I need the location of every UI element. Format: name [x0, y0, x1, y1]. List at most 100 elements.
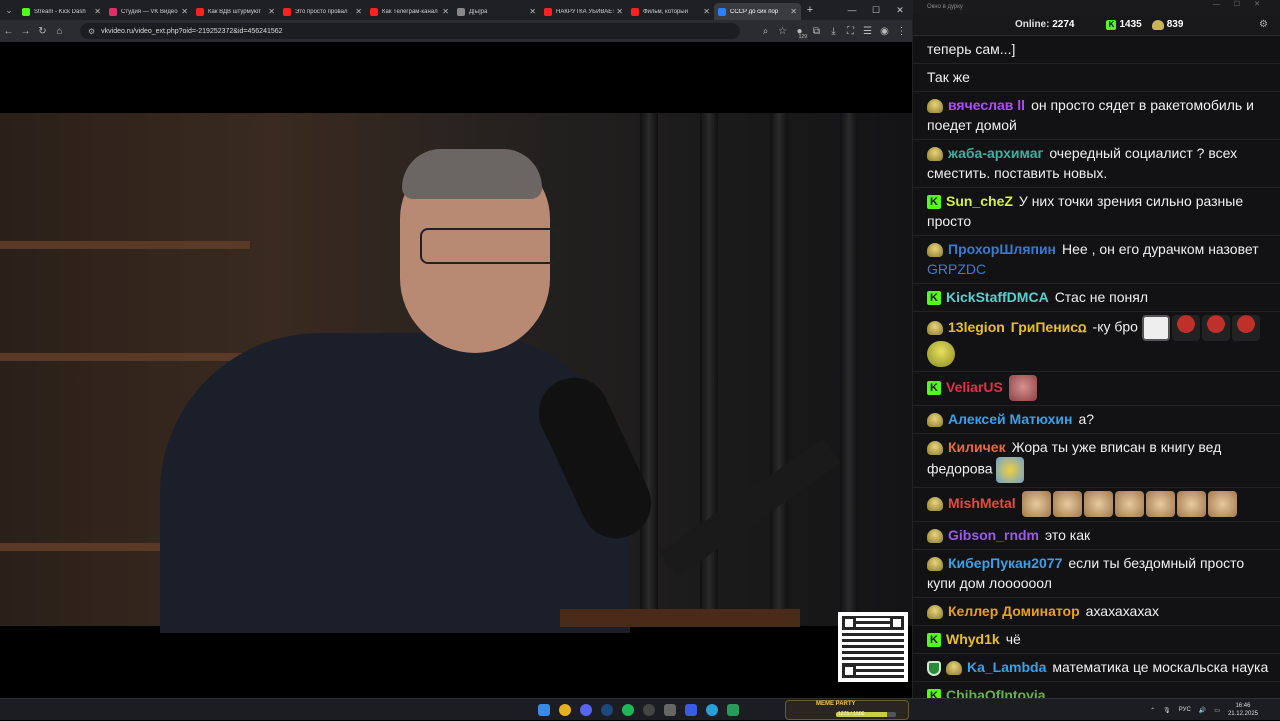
tab-title: Фильм, который — [643, 8, 688, 15]
back-icon[interactable]: ← — [0, 20, 17, 42]
video-frame — [0, 113, 912, 633]
chat-mention[interactable]: ГриПенисꭥ — [1011, 319, 1087, 335]
emote-cat-icon — [1114, 491, 1144, 517]
chat-username[interactable]: ChibaOfIntovia — [946, 687, 1046, 698]
network-icon[interactable]: ▭ — [1214, 707, 1220, 714]
obs-icon[interactable] — [638, 701, 659, 719]
chat-message: Так же — [913, 64, 1280, 92]
extensions-icon[interactable]: ⧉ — [808, 20, 825, 42]
kick-badge-icon: K — [927, 291, 941, 306]
chrome-icon[interactable] — [554, 701, 575, 719]
chat-mention[interactable]: GRPZDC — [927, 261, 986, 277]
screenshot-icon[interactable]: ⛶ — [842, 20, 859, 42]
tab-close-icon[interactable]: ✕ — [268, 7, 275, 16]
chat-window-title: Окно в дурку — [927, 4, 963, 10]
download-icon[interactable]: ⤓ — [825, 20, 842, 42]
chat-username[interactable]: MishMetal — [948, 495, 1016, 511]
tab-close-icon[interactable]: ✕ — [181, 7, 188, 16]
game-widget[interactable]: MEME PARTY 1275 / 1500 — [785, 700, 909, 720]
maximize-icon[interactable]: ☐ — [864, 0, 888, 20]
chat-text: Так же — [927, 69, 970, 85]
tab-close-icon[interactable]: ✕ — [790, 7, 797, 16]
capture-icon[interactable] — [722, 701, 743, 719]
tab[interactable]: Студия — VK Видео ✕ — [105, 3, 192, 20]
qr-pattern — [842, 616, 904, 678]
tab-search-icon[interactable]: ⌄ — [0, 0, 18, 20]
chat-username[interactable]: KickStaffDMCA — [946, 289, 1049, 305]
chat-text: это как — [1045, 527, 1091, 543]
chat-message: K VeliarUS — [913, 372, 1280, 406]
chat-message: ПрохорШляпин Нее , он его дурачком назове… — [913, 236, 1280, 284]
tab[interactable]: Фильм, который ✕ — [627, 3, 714, 20]
chat-username[interactable]: Келлер Доминатор — [948, 603, 1080, 619]
tab-favicon-icon — [457, 7, 465, 16]
extension-icon[interactable]: ● 129 — [791, 20, 808, 42]
site-info-icon[interactable]: ⚙ — [88, 27, 95, 36]
tab-close-icon[interactable]: ✕ — [616, 7, 623, 16]
bookmark-star-icon[interactable]: ☆ — [774, 20, 791, 42]
media-icon[interactable] — [680, 701, 701, 719]
home-icon[interactable]: ⌂ — [51, 20, 68, 42]
minimize-icon[interactable]: — — [840, 0, 864, 20]
tab-title: Это просто провал — [295, 8, 348, 15]
steam-icon[interactable] — [596, 701, 617, 719]
video-player[interactable] — [0, 42, 912, 698]
volume-icon[interactable]: 🔊 — [1199, 707, 1206, 714]
tab-close-icon[interactable]: ✕ — [355, 7, 362, 16]
kick-logo-icon: K — [1106, 19, 1117, 30]
chat-window-controls[interactable]: —☐✕ — [1213, 0, 1274, 8]
address-bar[interactable]: ⚙ vkvideo.ru/video_ext.php?oid=-21925237… — [80, 23, 740, 39]
app-icon[interactable] — [659, 701, 680, 719]
chat-username[interactable]: VeliarUS — [946, 379, 1003, 395]
chat-username[interactable]: КиберПукан2077 — [948, 555, 1062, 571]
gold-count: 839 — [1166, 19, 1184, 30]
chat-username[interactable]: ПрохорШляпин — [948, 241, 1056, 257]
chat-username[interactable]: Sun_cheZ — [946, 193, 1013, 209]
tray-chevron-icon[interactable]: ⌃ — [1150, 707, 1155, 714]
language-indicator[interactable]: РУС — [1179, 707, 1191, 713]
tab-favicon-icon — [283, 7, 291, 16]
chat-message: MishMetal — [913, 488, 1280, 522]
chat-username[interactable]: Whyd1k — [946, 631, 1000, 647]
start-icon[interactable] — [533, 701, 554, 719]
chat-username[interactable]: жаба-архимаг — [948, 145, 1043, 161]
telegram-icon[interactable] — [701, 701, 722, 719]
mic-icon[interactable]: 🎙 — [1163, 707, 1171, 714]
chat-username[interactable]: Киличек — [948, 439, 1006, 455]
tab[interactable]: Д[ы]ра ✕ — [453, 3, 540, 20]
chat-username[interactable]: Gibson_rndm — [948, 527, 1039, 543]
tab[interactable]: СССР до сих пор ✕ — [714, 3, 801, 20]
tab[interactable]: НАКРУТКА УБИВАЕТ ✕ — [540, 3, 627, 20]
tab[interactable]: Stream - Kick Dash ✕ — [18, 3, 105, 20]
clock[interactable]: 16:46 21.12.2025 — [1228, 702, 1258, 718]
chat-username[interactable]: Ka_Lambda — [967, 659, 1046, 675]
chat-username[interactable]: 13legion — [948, 319, 1005, 335]
forward-icon[interactable]: → — [17, 20, 34, 42]
sidebar-icon[interactable]: ☰ — [859, 20, 876, 42]
tab[interactable]: Как Телеграм-канал ✕ — [366, 3, 453, 20]
kick-badge-icon: K — [927, 689, 941, 698]
chat-message-list[interactable]: теперь сам...] Так же вячеслав ll он прос… — [913, 36, 1280, 698]
tab-close-icon[interactable]: ✕ — [94, 7, 101, 16]
tab[interactable]: Как ВДВ штурмуют ✕ — [192, 3, 279, 20]
settings-icon[interactable]: ⚙ — [1259, 19, 1268, 30]
tab-close-icon[interactable]: ✕ — [529, 7, 536, 16]
emote-mush-icon — [1171, 315, 1200, 341]
tab[interactable]: Это просто провал ✕ — [279, 3, 366, 20]
spotify-icon[interactable] — [617, 701, 638, 719]
discord-icon[interactable] — [575, 701, 596, 719]
new-tab-button[interactable]: + — [801, 4, 819, 16]
close-icon[interactable]: ✕ — [888, 0, 912, 20]
chat-username[interactable]: вячеслав ll — [948, 97, 1025, 113]
profile-icon[interactable]: ◉ — [876, 20, 893, 42]
qr-finder — [842, 616, 856, 630]
chat-text: теперь сам...] — [927, 41, 1016, 57]
tab-close-icon[interactable]: ✕ — [703, 7, 710, 16]
menu-icon[interactable]: ⋮ — [893, 20, 910, 42]
chat-username[interactable]: Алексей Матюхин — [948, 411, 1072, 427]
curtain — [770, 113, 788, 626]
goblin-badge-icon — [946, 661, 962, 676]
reload-icon[interactable]: ↻ — [34, 20, 51, 42]
zoom-icon[interactable]: ⌕ — [757, 20, 774, 42]
tab-close-icon[interactable]: ✕ — [442, 7, 449, 16]
